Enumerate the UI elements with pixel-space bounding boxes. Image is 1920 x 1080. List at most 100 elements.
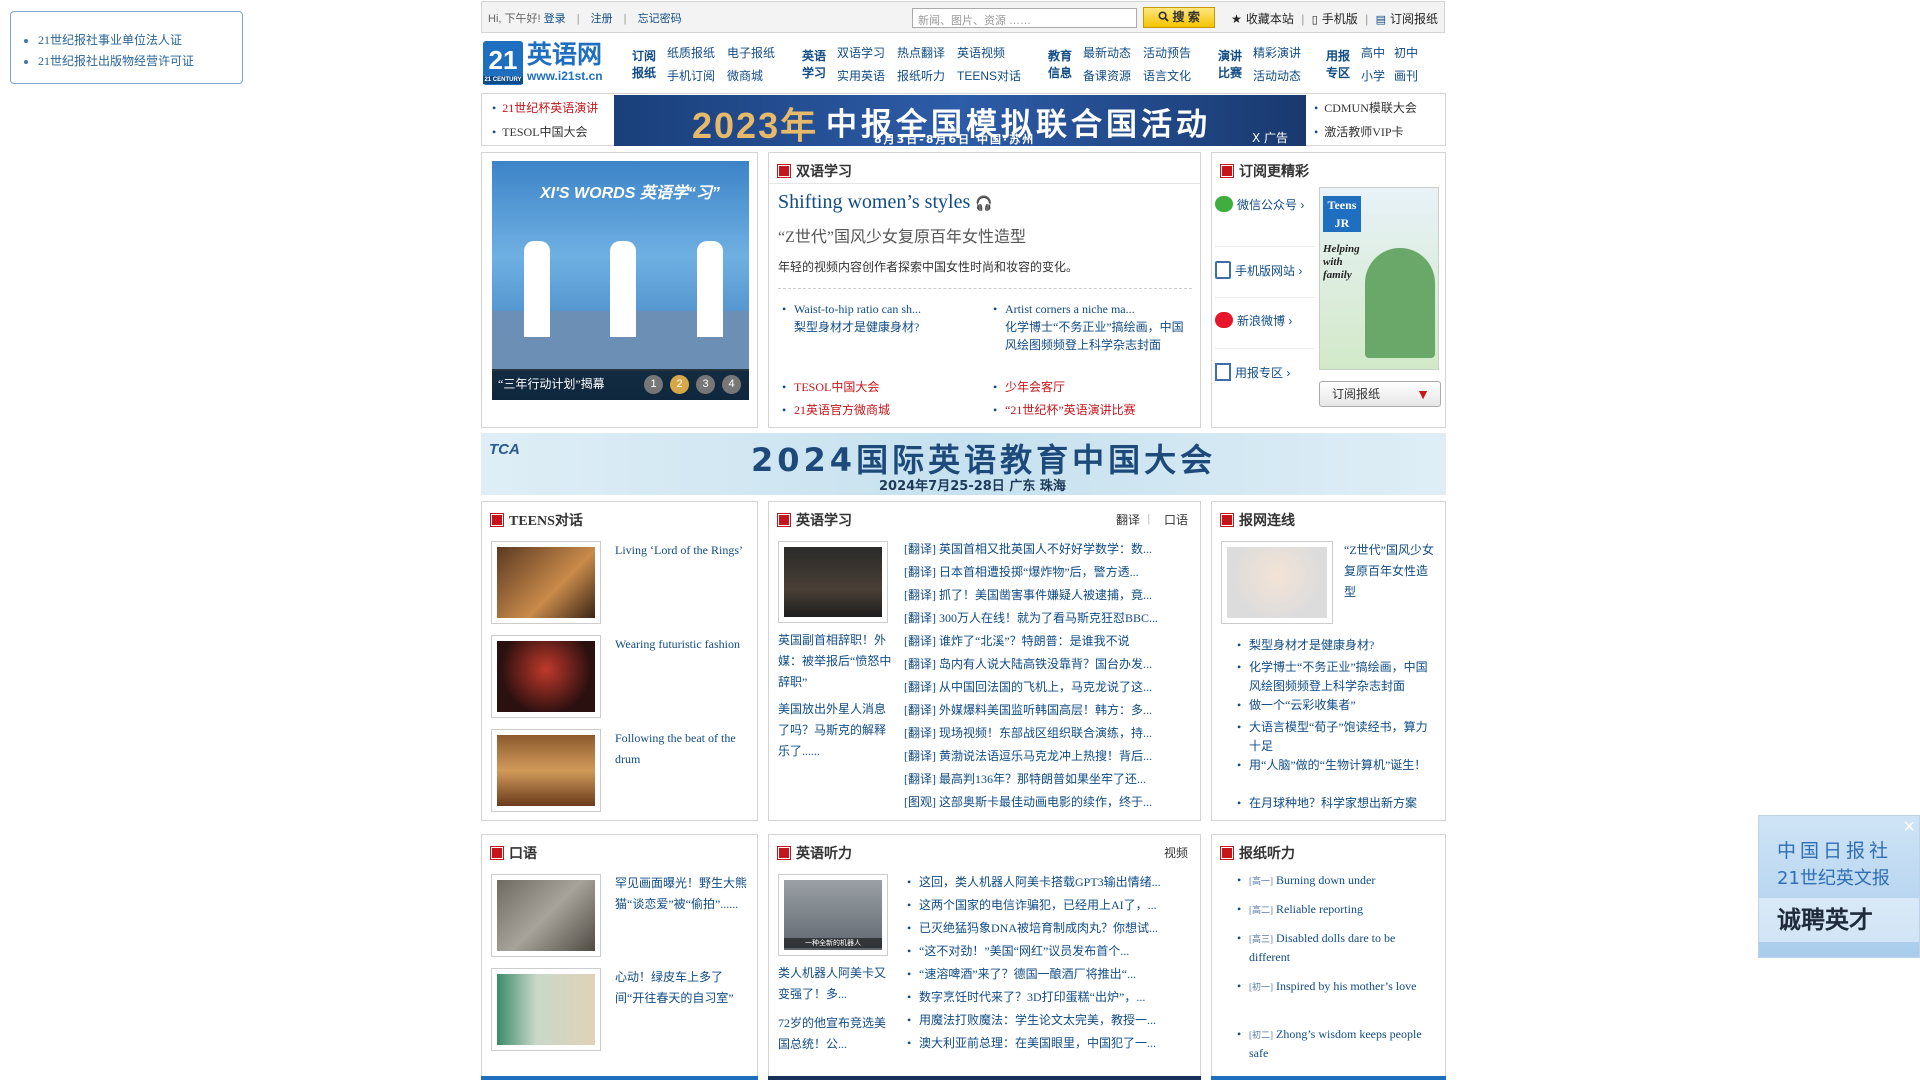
translation-list-item[interactable]: [翻译] 最高判136年？那特朗普如果坐牢了还... (904, 768, 1146, 791)
teens-thumb-2[interactable] (491, 635, 601, 718)
slide-page-3[interactable]: 3 (696, 375, 715, 394)
baowang-list-item[interactable]: 做一个“云彩收集者” (1237, 696, 1437, 715)
bottom-banner-right[interactable] (1211, 1076, 1446, 1080)
nav-item-practical[interactable]: 实用英语 (837, 67, 885, 84)
nav-item-speeches[interactable]: 精彩演讲 (1253, 44, 1301, 61)
listening-list-item[interactable]: 用魔法打败魔法：学生论文太完美，教授一... (907, 1009, 1156, 1032)
ad-link-vip[interactable]: 激活教师VIP卡 (1314, 120, 1417, 144)
listening-list-item[interactable]: 这两个国家的电信诈骗犯，已经用上AI了，... (907, 894, 1157, 917)
site-logo[interactable]: 21 21 CENTURY 英语网 www.i21st.cn (483, 41, 618, 85)
english-study-feature-2[interactable]: 美国放出外星人消息了吗？马斯克的解释乐了...... (778, 699, 893, 762)
nav-item-listening[interactable]: 报纸听力 (897, 67, 945, 84)
ad-link-cdmun[interactable]: CDMUN模联大会 (1314, 96, 1417, 120)
ad-link-tesol[interactable]: TESOL中国大会 (492, 120, 598, 144)
listening-list-item[interactable]: 已灭绝猛犸象DNA被培育制成肉丸？你想试... (907, 917, 1158, 940)
baowang-list-item[interactable]: 大语言模型“荀子”饱读经书，算力十足 (1237, 718, 1437, 756)
nav-item-events[interactable]: 活动预告 (1143, 44, 1191, 61)
listening-list-item[interactable]: 这回，类人机器人阿美卡搭载GPT3输出情绪... (907, 871, 1161, 894)
teens-item-1[interactable]: Living ‘Lord of the Rings’ (615, 540, 750, 561)
slide-page-4[interactable]: 4 (722, 375, 741, 394)
paper-listening-header[interactable]: 报纸听力 (1221, 843, 1295, 863)
kouyu-header[interactable]: 口语 (491, 843, 537, 863)
baowang-feature[interactable]: “Z世代”国风少女复原百年女性造型 (1344, 540, 1439, 603)
nav-item-paper[interactable]: 纸质报纸 (667, 44, 715, 61)
translation-list-item[interactable]: [翻译] 外媒爆料美国监听韩国高层！韩方：多... (904, 699, 1152, 722)
nav-item-junior[interactable]: 初中 (1394, 44, 1418, 61)
baowang-list-item[interactable]: 化学博士“不务正业”搞绘画，中国风绘图频频登上科学杂志封面 (1237, 658, 1437, 696)
bilingual-item-2[interactable]: Artist corners a niche ma...化学博士“不务正业”搞绘… (993, 300, 1190, 354)
teens-thumb-1[interactable] (491, 541, 601, 624)
bilingual-headline[interactable]: Shifting women’s styles 🎧 (778, 191, 993, 214)
listening-list-item[interactable]: 数字烹饪时代来了？3D打印蛋糕“出炉”，... (907, 986, 1145, 1009)
translation-list-item[interactable]: [翻译] 岛内有人说大陆高铁没靠背？国台办发... (904, 653, 1152, 676)
favorite-link[interactable]: 收藏本站 (1246, 12, 1294, 26)
weibo-item[interactable]: 新浪微博 › (1215, 298, 1315, 349)
link-youth-salon[interactable]: 少年会客厅 (993, 378, 1065, 396)
link-tesol[interactable]: TESOL中国大会 (782, 378, 879, 396)
subscribe-link[interactable]: 订阅报纸 (1390, 12, 1438, 26)
nav-item-resources[interactable]: 备课资源 (1083, 67, 1131, 84)
usage-item[interactable]: 用报专区 › (1215, 349, 1315, 400)
nav-item-news[interactable]: 最新动态 (1083, 44, 1131, 61)
tab-oral[interactable]: 口语 (1164, 511, 1188, 528)
paper-listening-item[interactable]: [高一]Burning down under (1237, 871, 1437, 890)
paper-listening-item[interactable]: [初二]Zhong’s wisdom keeps people safe (1237, 1025, 1437, 1062)
float-ad-close-icon[interactable]: × (1903, 816, 1915, 839)
nav-item-mobile-sub[interactable]: 手机订阅 (667, 67, 715, 84)
teens-item-3[interactable]: Following the beat of the drum (615, 728, 750, 770)
magazine-cover[interactable]: Teens JR Helping with family (1319, 187, 1439, 370)
translation-list-item[interactable]: [翻译] 现场视频！东部战区组织联合演练，持... (904, 722, 1152, 745)
search-input[interactable]: 新闻、图片、资源 …… (912, 8, 1137, 28)
bilingual-header[interactable]: 双语学习 (778, 161, 852, 181)
certificate-link-1[interactable]: 21世纪报社事业单位法人证 (38, 30, 194, 51)
listening-list-item[interactable]: “这不对劲！”美国“网红”议员发布首个... (907, 940, 1129, 963)
teens-item-2[interactable]: Wearing futuristic fashion (615, 634, 750, 655)
listening-list-item[interactable]: 澳大利亚前总理：在美国眼里，中国犯了一... (907, 1032, 1156, 1055)
forgot-password-link[interactable]: 忘记密码 (638, 13, 682, 25)
audio-icon[interactable]: 🎧 (975, 197, 992, 212)
subscribe-paper-button[interactable]: 订阅报纸 ▼ (1319, 381, 1441, 407)
tab-video[interactable]: 视频 (1164, 844, 1188, 861)
nav-item-epaper[interactable]: 电子报纸 (727, 44, 775, 61)
recruit-float-ad[interactable]: × 中国日报社 21世纪英文报 诚聘英才 (1758, 815, 1920, 958)
listening-thumb[interactable]: 一种全新的机器人 (778, 874, 888, 956)
kouyu-thumb-2[interactable] (491, 968, 601, 1051)
subscribe-header[interactable]: 订阅更精彩 (1221, 161, 1309, 181)
register-link[interactable]: 注册 (591, 13, 613, 25)
search-button[interactable]: 搜 索 (1143, 7, 1215, 28)
tesol-banner[interactable]: TCA 2024国际英语教育中国大会 2024年7月25-28日 广东 珠海 (481, 433, 1446, 495)
wechat-item[interactable]: 微信公众号 › (1215, 196, 1315, 247)
kouyu-item-1[interactable]: 罕见画面曝光！野生大熊猫“谈恋爱”被“偷拍”...... (615, 873, 750, 915)
listening-feature-2[interactable]: 72岁的他宣布竞选美国总统！公... (778, 1013, 893, 1055)
nav-item-culture[interactable]: 语言文化 (1143, 67, 1191, 84)
kouyu-thumb-1[interactable] (491, 874, 601, 957)
translation-list-item[interactable]: [翻译] 英国首相又批英国人不好好学数学：数... (904, 538, 1152, 561)
baowang-list-item[interactable]: 梨型身材才是健康身材? (1237, 636, 1437, 655)
nav-item-translation[interactable]: 热点翻译 (897, 44, 945, 61)
nav-item-teens[interactable]: TEENS对话 (957, 67, 1021, 84)
slideshow-image[interactable]: XI'S WORDS 英语学“习” “三年行动计划”揭幕 1 2 3 4 (492, 161, 749, 400)
nav-item-activity[interactable]: 活动动态 (1253, 67, 1301, 84)
teens-header[interactable]: TEENS对话 (491, 510, 583, 530)
translation-list-item[interactable]: [图观] 这部奥斯卡最佳动画电影的续作，终于... (904, 791, 1152, 814)
link-microstore[interactable]: 21英语官方微商城 (782, 401, 890, 419)
translation-list-item[interactable]: [翻译] 黄渤说法语逗乐马克龙冲上热搜！背后... (904, 745, 1152, 768)
english-study-feature-1[interactable]: 英国副首相辞职！外媒：被举报后“愤怒中辞职” (778, 630, 893, 693)
slide-page-1[interactable]: 1 (644, 375, 663, 394)
paper-listening-item[interactable]: [高二]Reliable reporting (1237, 900, 1437, 919)
mobile-link[interactable]: 手机版 (1322, 12, 1358, 26)
login-link[interactable]: 登录 (544, 13, 566, 25)
bottom-banner-left[interactable] (481, 1076, 758, 1080)
baowang-header[interactable]: 报网连线 (1221, 510, 1295, 530)
nav-item-video[interactable]: 英语视频 (957, 44, 1005, 61)
baowang-thumb[interactable] (1221, 541, 1333, 624)
slide-page-2[interactable]: 2 (670, 375, 689, 394)
ad-link-speech[interactable]: 21世纪杯英语演讲 (492, 96, 598, 120)
link-speech-contest[interactable]: “21世纪杯”英语演讲比赛 (993, 401, 1136, 419)
translation-list-item[interactable]: [翻译] 从中国回法国的飞机上，马克龙说了这... (904, 676, 1152, 699)
tab-translation[interactable]: 翻译 (1116, 511, 1140, 528)
paper-listening-item[interactable]: [高三]Disabled dolls dare to be different (1237, 929, 1437, 966)
teens-thumb-3[interactable] (491, 729, 601, 812)
bilingual-item-1[interactable]: Waist-to-hip ratio can sh...梨型身材才是健康身材? (782, 300, 984, 336)
translation-list-item[interactable]: [翻译] 300万人在线！就为了看马斯克狂怼BBC... (904, 607, 1158, 630)
